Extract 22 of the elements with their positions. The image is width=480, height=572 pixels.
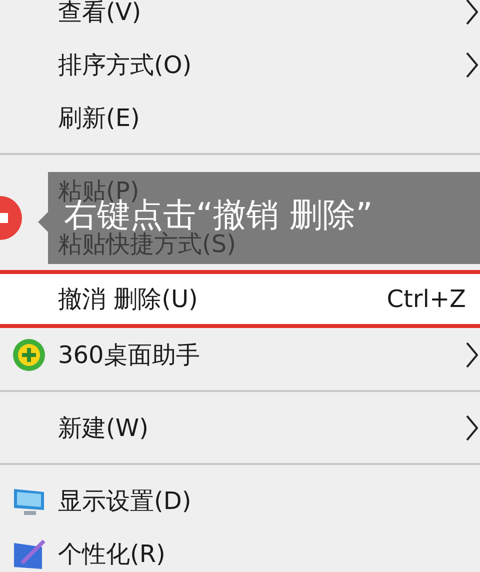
- menu-item-label: 显示设置(D): [58, 488, 192, 512]
- menu-item[interactable]: 360桌面助手: [0, 328, 480, 381]
- menu-item-label: 刷新(E): [58, 106, 140, 130]
- menu-item[interactable]: 个性化(R): [0, 527, 480, 572]
- chevron-right-icon: [466, 0, 478, 24]
- pencil-panel-icon: [12, 536, 46, 570]
- menu-item-label: 排序方式(O): [58, 52, 192, 76]
- menu-item[interactable]: 显示设置(D): [0, 474, 480, 527]
- chevron-right-icon: [466, 342, 478, 368]
- menu-item-label: 360桌面助手: [58, 342, 200, 366]
- chevron-right-icon: [466, 414, 478, 440]
- menu-item-label: 个性化(R): [58, 542, 166, 566]
- menu-item[interactable]: 新建(W): [0, 401, 480, 454]
- menu-item-label: 新建(W): [58, 416, 148, 440]
- shortcut-label: Ctrl+Z: [386, 287, 466, 311]
- menu-item-label: 粘贴快捷方式(S): [58, 232, 236, 256]
- menu-item[interactable]: 刷新(E): [0, 91, 480, 144]
- menu-item[interactable]: 排序方式(O): [0, 38, 480, 91]
- chevron-right-icon: [466, 52, 478, 78]
- plus-circle-icon: [12, 338, 46, 372]
- menu-item-label: 撤消 删除(U): [58, 287, 198, 311]
- menu-item[interactable]: 撤消 删除(U) Ctrl+Z: [0, 270, 480, 328]
